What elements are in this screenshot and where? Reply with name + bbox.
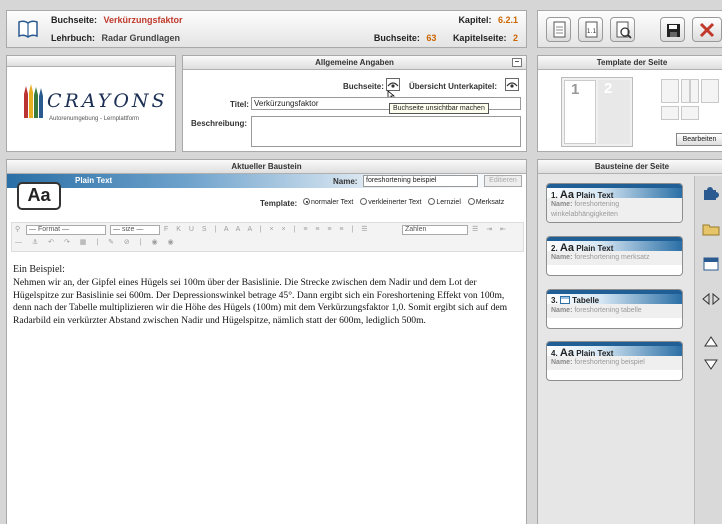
magnifier-page-icon: [616, 21, 632, 39]
general-panel: Allgemeine Angaben – Buchseite: Übersich…: [182, 55, 527, 152]
template-panel: Template der Seite 1 2 Bearbeiten: [537, 55, 722, 152]
brand-tagline: Autorenumgebung - Lernplattform: [49, 116, 140, 122]
move-down-icon[interactable]: [702, 356, 720, 372]
block-card[interactable]: 1. Aa Plain Text Name: foreshortening wi…: [546, 183, 683, 223]
general-panel-title: Allgemeine Angaben: [315, 58, 394, 67]
radio-icon: [467, 198, 475, 205]
layout-option-grid[interactable]: [661, 106, 679, 120]
move-up-icon[interactable]: [702, 334, 720, 350]
editor-toolbar: ⚲ — Format — — size — F K U S | A A A | …: [11, 222, 524, 252]
layout-option-rows[interactable]: [681, 106, 699, 120]
block-card[interactable]: 2. Aa Plain Text Name: foreshortening me…: [546, 236, 683, 276]
puzzle-icon[interactable]: [702, 186, 720, 202]
book-name: Radar Grundlagen: [101, 33, 181, 43]
block-card[interactable]: 3. Tabelle Name: foreshortening tabelle: [546, 289, 683, 329]
description-input[interactable]: [251, 116, 521, 147]
current-block-title: Aktueller Baustein: [231, 162, 302, 171]
template-option-note[interactable]: Merksatz: [467, 198, 504, 206]
template-preview: 1 2: [561, 77, 633, 147]
crayons-icon: [21, 84, 45, 120]
page-name: Verkürzungsfaktor: [103, 15, 183, 25]
disk-icon: [667, 24, 680, 37]
logo-panel-header: [7, 56, 175, 67]
template-edit-button[interactable]: Bearbeiten: [676, 133, 722, 146]
numbered-page-icon: 1.1: [585, 21, 598, 38]
current-block-panel: Aktueller Baustein Plain Text Aa Name: f…: [6, 159, 527, 524]
content-heading[interactable]: Ein Beispiel:: [13, 264, 65, 275]
template-slot-1[interactable]: 1: [564, 80, 596, 144]
format-buttons[interactable]: F K U S | A A A | × × | ≡ ≡ ≡ ≡ | ☰: [164, 225, 370, 237]
format-select[interactable]: — Format —: [26, 225, 106, 235]
blocks-panel-header: Bausteine der Seite: [538, 160, 722, 174]
brand-name: CRAYONS: [47, 90, 168, 112]
save-button[interactable]: [660, 17, 685, 42]
close-icon: [699, 22, 715, 38]
calendar-icon[interactable]: [702, 256, 720, 272]
insert-buttons[interactable]: — ⚓ ↶ ↷ ▦ | ✎ ⊘ | ◉ ◉: [15, 238, 178, 250]
radio-icon: [360, 198, 368, 205]
search-icon[interactable]: ⚲: [15, 225, 20, 237]
bookpage-value: 63: [426, 33, 437, 43]
book-icon: [17, 18, 39, 40]
current-block-header: Aktueller Baustein: [7, 160, 526, 174]
layout-option-two-columns[interactable]: [681, 79, 699, 103]
list-buttons[interactable]: ☰ ⇥ ⇤: [472, 225, 509, 237]
chapter-value: 6.2.1: [497, 15, 518, 25]
bookpage-label: Buchseite:: [373, 33, 420, 43]
template-option-small[interactable]: verkleinerter Text: [360, 198, 421, 206]
text-type-icon: Aa: [17, 182, 61, 210]
block-tools: [694, 176, 722, 524]
general-panel-header: Allgemeine Angaben –: [183, 56, 526, 70]
page-label: Buchseite:: [51, 15, 98, 25]
template-option-normal[interactable]: normaler Text: [303, 198, 353, 206]
layout-option-sidebar[interactable]: [701, 79, 719, 103]
template-option-goal[interactable]: Lernziel: [428, 198, 461, 206]
move-horizontal-icon[interactable]: [702, 291, 720, 307]
template-label: Template:: [260, 199, 298, 208]
template-panel-header: Template der Seite: [538, 56, 722, 70]
book-label: Lehrbuch:: [51, 33, 95, 43]
chapter-label: Kapitel:: [458, 15, 492, 25]
layout-option-single[interactable]: [661, 79, 679, 103]
page-icon: [553, 21, 566, 38]
new-page-button[interactable]: [546, 17, 571, 42]
minimize-icon[interactable]: –: [512, 58, 522, 67]
blocks-panel-title: Bausteine der Seite: [594, 162, 670, 171]
main-toolbar: 1.1: [537, 10, 722, 48]
block-type-name: Plain Text: [75, 176, 113, 185]
block-card[interactable]: 4. Aa Plain Text Name: foreshortening be…: [546, 341, 683, 381]
template-radio-group: normaler Text verkleinerter Text Lernzie…: [303, 198, 504, 206]
preview-button[interactable]: [610, 17, 635, 42]
content-body[interactable]: Nehmen wir an, der Gipfel eines Hügels s…: [13, 277, 521, 327]
page-header: Buchseite: Verkürzungsfaktor Lehrbuch: R…: [6, 10, 527, 48]
page-number-button[interactable]: 1.1: [578, 17, 603, 42]
titel-label: Titel:: [230, 100, 249, 109]
name-input[interactable]: foreshortening beispiel: [363, 175, 478, 187]
close-button[interactable]: [692, 17, 722, 42]
name-label: Name:: [333, 177, 358, 186]
buchseite-label: Buchseite:: [343, 82, 384, 91]
folder-icon[interactable]: [702, 221, 720, 237]
chapterpage-label: Kapitelseite:: [452, 33, 507, 43]
template-panel-title: Template der Seite: [596, 58, 668, 67]
chapterpage-value: 2: [512, 33, 518, 43]
edit-button[interactable]: Editieren: [484, 175, 522, 187]
size-select[interactable]: — size —: [110, 225, 160, 235]
blocks-panel: Bausteine der Seite 1. Aa Plain Text Nam…: [537, 159, 722, 524]
overview-label: Übersicht Unterkapitel:: [409, 82, 498, 91]
logo-panel: CRAYONS Autorenumgebung - Lernplattform: [6, 55, 176, 152]
svg-text:1.1: 1.1: [587, 28, 597, 35]
radio-icon: [428, 198, 436, 205]
overview-toggle-button[interactable]: [505, 78, 519, 91]
description-label: Beschreibung:: [191, 119, 248, 128]
numbers-select[interactable]: Zahlen: [402, 225, 468, 235]
tooltip: Buchseite unsichtbar machen: [389, 103, 489, 114]
template-slot-2[interactable]: 2: [598, 80, 630, 144]
eye-icon: [387, 82, 399, 88]
radio-icon: [303, 198, 310, 205]
eye-icon: [506, 82, 518, 88]
table-icon: [559, 296, 570, 304]
